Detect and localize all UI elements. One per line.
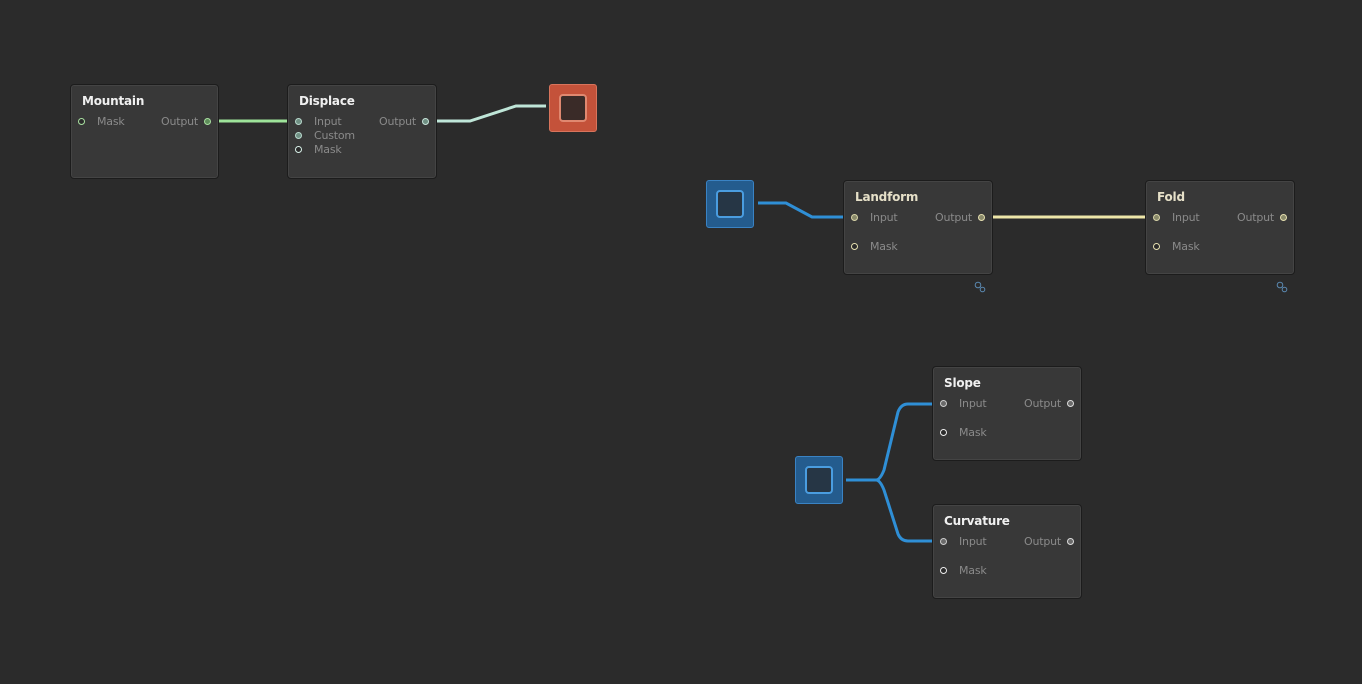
port-row-input: Input Output [1146,211,1294,225]
port-row-mask: Mask [288,143,436,157]
input-port[interactable] [940,400,947,407]
output-port[interactable] [978,214,985,221]
port-label-output: Output [1023,535,1061,548]
node-title: Curvature [944,514,1010,528]
port-label-mask: Mask [97,115,125,128]
node-mountain[interactable]: Mountain Mask Output [70,84,219,179]
square-portal-icon [716,190,744,218]
port-label-output: Output [934,211,972,224]
input-port[interactable] [1153,214,1160,221]
port-row-mask: Mask [933,564,1081,578]
node-fold[interactable]: Fold Input Output Mask [1145,180,1295,275]
wire-displace-output[interactable] [426,104,546,123]
port-label-output: Output [1236,211,1274,224]
mask-port[interactable] [295,146,302,153]
port-row-input: Input Output [933,535,1081,549]
port-label-mask: Mask [1172,240,1200,253]
graph-canvas[interactable]: Mountain Mask Output Displace Input Outp… [0,0,1362,684]
node-landform[interactable]: Landform Input Output Mask [843,180,993,275]
port-label-input: Input [314,115,342,128]
port-row-mask: Mask [933,426,1081,440]
output-port[interactable] [422,118,429,125]
input-anchor-landform[interactable] [706,180,754,228]
node-title: Displace [299,94,355,108]
output-port[interactable] [1280,214,1287,221]
node-title: Mountain [82,94,145,108]
node-slope[interactable]: Slope Input Output Mask [932,366,1082,461]
port-row-custom: Custom [288,129,436,143]
node-title: Fold [1157,190,1185,204]
square-portal-icon [805,466,833,494]
mask-port[interactable] [78,118,85,125]
wire-anchor-slope[interactable] [846,402,944,482]
output-port[interactable] [1067,400,1074,407]
port-label-mask: Mask [870,240,898,253]
mask-port[interactable] [851,243,858,250]
wire-anchor-landform[interactable] [758,201,855,219]
port-label-mask: Mask [959,426,987,439]
port-row-mask: Mask [1146,240,1294,254]
port-label-input: Input [959,535,987,548]
port-label-output: Output [160,115,198,128]
mask-port[interactable] [1153,243,1160,250]
input-port[interactable] [295,118,302,125]
port-label-input: Input [1172,211,1200,224]
output-anchor[interactable] [549,84,597,132]
port-label-custom: Custom [314,129,355,142]
square-portal-icon [559,94,587,122]
port-row-mask: Mask [844,240,992,254]
mask-port[interactable] [940,567,947,574]
input-port[interactable] [851,214,858,221]
port-row-mask: Mask Output [71,115,218,129]
port-label-input: Input [870,211,898,224]
input-port[interactable] [940,538,947,545]
port-label-mask: Mask [314,143,342,156]
node-title: Slope [944,376,981,390]
port-label-output: Output [1023,397,1061,410]
node-curvature[interactable]: Curvature Input Output Mask [932,504,1082,599]
port-label-mask: Mask [959,564,987,577]
node-settings-icon[interactable] [1276,281,1288,293]
output-port[interactable] [204,118,211,125]
port-row-input: Input Output [844,211,992,225]
input-anchor-slope-curvature[interactable] [795,456,843,504]
node-title: Landform [855,190,919,204]
port-row-input: Input Output [933,397,1081,411]
output-port[interactable] [1067,538,1074,545]
port-row-input: Input Output [288,115,436,129]
port-label-input: Input [959,397,987,410]
custom-port[interactable] [295,132,302,139]
port-label-output: Output [378,115,416,128]
mask-port[interactable] [940,429,947,436]
node-settings-icon[interactable] [974,281,986,293]
node-displace[interactable]: Displace Input Output Custom Mask [287,84,437,179]
